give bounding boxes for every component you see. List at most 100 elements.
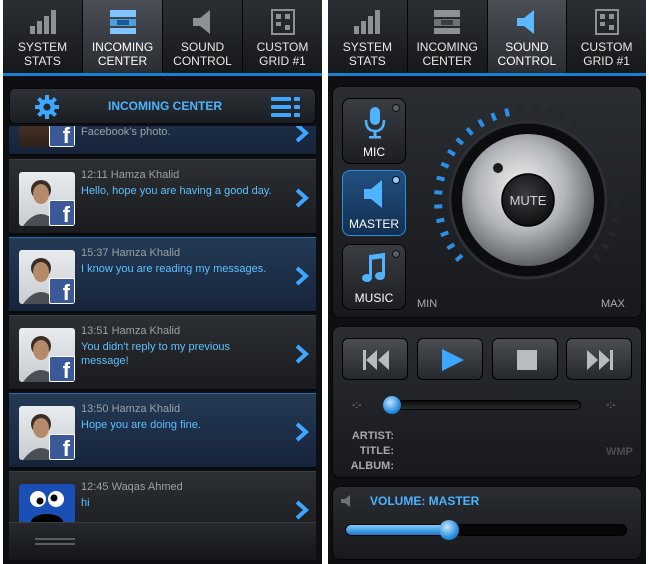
message-sender: Hamza Khalid [110, 169, 180, 181]
previous-button[interactable] [342, 338, 408, 380]
min-label: MIN [417, 298, 438, 310]
message-time: 13:51 [81, 325, 109, 337]
next-button[interactable] [566, 338, 632, 380]
message-list[interactable]: f Facebook's photo. f 12:11 Hamza Khalid… [9, 126, 316, 522]
tab-system-stats[interactable]: SYSTEM STATS [328, 0, 408, 73]
tab-custom-grid[interactable]: CUSTOM GRID #1 [567, 0, 646, 73]
list-item[interactable]: f Facebook's photo. [9, 126, 316, 156]
message-meta: 13:51 Hamza Khalid [81, 325, 180, 337]
tab-label-line1: INCOMING [91, 40, 154, 54]
previous-icon [363, 350, 389, 370]
play-icon [442, 349, 464, 371]
tab-incoming-center[interactable]: INCOMING CENTER [408, 0, 488, 73]
message-time: 15:37 [81, 247, 109, 259]
knob-tick [611, 175, 618, 182]
music-note-icon [362, 253, 385, 282]
message-sender: Waqas Ahmed [111, 481, 183, 493]
volume-knob[interactable]: MUTE [428, 100, 618, 290]
knob-tick [592, 253, 602, 262]
list-menu-icon[interactable] [271, 96, 301, 118]
knob-tick [518, 106, 524, 115]
remaining-time: -:- [606, 400, 616, 411]
tab-label-line2: STATS [348, 54, 386, 68]
max-label: MAX [601, 298, 625, 310]
drag-handle-icon[interactable] [35, 537, 75, 547]
seek-track[interactable] [383, 400, 581, 410]
list-item[interactable]: f 13:50 Hamza Khalid Hope you are doing … [9, 393, 316, 469]
knob-tick [477, 118, 485, 128]
avatar: f [19, 250, 75, 304]
gear-icon[interactable] [34, 94, 60, 120]
knob-tick [440, 161, 450, 169]
master-source-button[interactable]: MASTER [342, 170, 406, 236]
tab-label-line2: CENTER [422, 54, 472, 68]
signal-bars-icon [354, 10, 381, 34]
stop-icon [517, 350, 537, 370]
facebook-icon: f [49, 434, 75, 460]
chevron-right-icon [295, 126, 310, 143]
tab-sound-control[interactable]: SOUND CONTROL [487, 0, 568, 73]
tab-sound-control[interactable]: SOUND CONTROL [163, 0, 243, 73]
avatar: f [19, 328, 75, 382]
tab-custom-grid[interactable]: CUSTOM GRID #1 [243, 0, 322, 73]
knob-tick [611, 217, 618, 224]
chevron-right-icon[interactable] [294, 188, 310, 208]
knob-tick [446, 148, 456, 157]
message-sender: Hamza Khalid [111, 403, 181, 415]
speaker-icon [341, 495, 350, 507]
facebook-icon: f [49, 356, 75, 382]
facebook-icon: f [49, 126, 75, 147]
list-item[interactable]: f 13:51 Hamza Khalid You didn't reply to… [9, 315, 316, 391]
player-name: WMP [606, 446, 633, 458]
knob-tick [613, 204, 618, 209]
avatar: f [19, 172, 75, 226]
knob-tick [446, 242, 456, 251]
chevron-right-icon[interactable] [294, 500, 310, 520]
facebook-icon: f [49, 200, 75, 226]
tab-label-line1: INCOMING [416, 40, 478, 54]
music-source-button[interactable]: MUSIC [342, 244, 406, 310]
message-sender: Hamza Khalid [111, 325, 181, 337]
list-item[interactable]: f 12:11 Hamza Khalid Hello, hope you are… [9, 159, 316, 235]
list-item[interactable]: 12:45 Waqas Ahmed hi [9, 471, 316, 522]
facebook-icon: f [49, 278, 75, 304]
chevron-right-icon[interactable] [294, 266, 310, 286]
list-item[interactable]: f 15:37 Hamza Khalid I know you are read… [9, 237, 316, 313]
knob-tick [558, 112, 566, 122]
play-button[interactable] [417, 338, 483, 380]
knob-tick [591, 137, 601, 146]
knob-tick [436, 175, 445, 182]
avatar [19, 484, 75, 522]
message-text: You didn't reply to my previous message! [81, 341, 231, 367]
incoming-center-screen: SYSTEM STATS INCOMING CENTER SOUND CONTROL … [3, 0, 322, 564]
chevron-right-icon[interactable] [294, 344, 310, 364]
tab-incoming-center[interactable]: INCOMING CENTER [83, 0, 163, 73]
artist-label: ARTIST: [351, 430, 394, 442]
knob-tick [606, 161, 616, 169]
message-text: Hope you are doing fine. [81, 419, 201, 431]
tab-label-line1: SYSTEM [342, 40, 393, 54]
tab-label-line1: SOUND [505, 40, 549, 54]
tab-label-line2: CENTER [97, 54, 148, 68]
knob-tick [504, 108, 510, 117]
source-label: MASTER [348, 217, 399, 231]
signal-bars-icon [29, 10, 56, 34]
message-time: 12:45 [81, 481, 109, 493]
status-led [392, 176, 400, 184]
mic-source-button[interactable]: MIC [342, 98, 406, 164]
message-text: I know you are reading my messages. [81, 263, 267, 275]
volume-slider[interactable] [345, 524, 627, 536]
knob-tick [600, 242, 610, 251]
message-text: Hello, hope you are having a good day. [81, 185, 272, 197]
seek-thumb[interactable] [383, 396, 401, 414]
tab-label-line1: CUSTOM [580, 40, 633, 54]
mute-label: MUTE [510, 193, 547, 208]
knob-tick [440, 230, 450, 238]
chevron-right-icon[interactable] [294, 422, 310, 442]
tab-system-stats[interactable]: SYSTEM STATS [3, 0, 83, 73]
grid-icon [270, 9, 295, 35]
speaker-icon [192, 10, 210, 34]
stop-button[interactable] [492, 338, 558, 380]
source-label: MIC [363, 145, 385, 159]
volume-label: VOLUME: MASTER [370, 494, 480, 508]
